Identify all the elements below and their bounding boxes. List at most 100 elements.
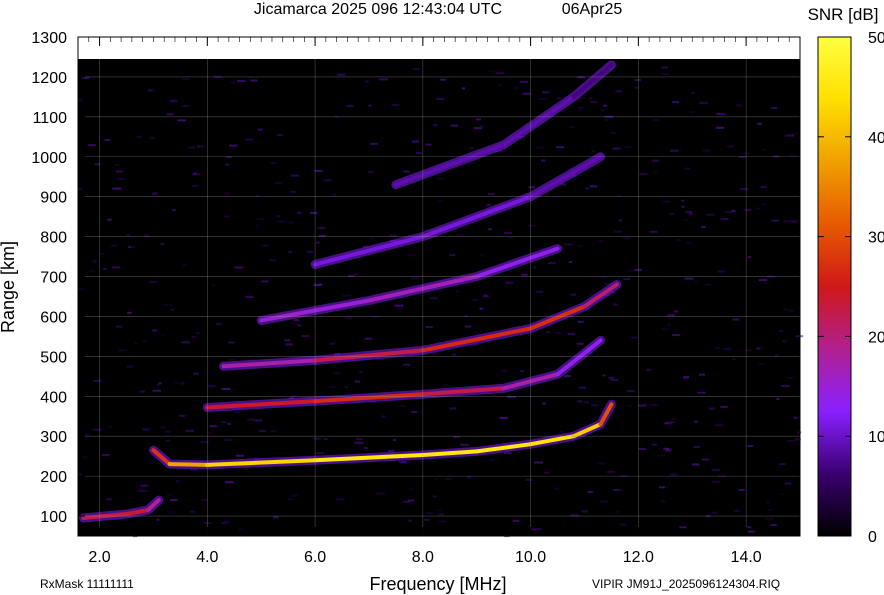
noise-speck [532, 266, 536, 269]
noise-speck [746, 526, 752, 529]
y-tick-label: 700 [40, 270, 67, 287]
y-tick-label: 1300 [31, 30, 67, 47]
noise-speck [257, 217, 265, 220]
noise-speck [663, 447, 669, 450]
noise-speck [693, 280, 699, 283]
noise-speck [269, 259, 277, 262]
x-tick-label: 10.0 [515, 549, 546, 566]
plot-area [77, 36, 804, 538]
noise-speck [461, 87, 466, 90]
noise-speck [193, 372, 199, 375]
noise-speck [535, 146, 544, 149]
noise-speck [497, 84, 502, 87]
noise-speck [234, 410, 241, 413]
noise-speck [758, 363, 765, 365]
noise-speck [230, 81, 235, 84]
noise-speck [359, 371, 363, 373]
noise-speck [433, 124, 438, 127]
noise-speck [115, 325, 123, 328]
colorbar-tick-label: 10 [868, 429, 884, 446]
noise-speck [152, 192, 158, 195]
noise-speck [714, 424, 724, 427]
noise-speck [653, 170, 658, 173]
y-tick-label: 800 [40, 230, 67, 247]
noise-speck [290, 174, 300, 177]
noise-speck [394, 304, 404, 307]
noise-speck [692, 463, 700, 466]
noise-speck [627, 405, 632, 408]
noise-speck [684, 167, 690, 170]
noise-speck [662, 200, 670, 203]
noise-speck [626, 269, 633, 272]
noise-speck [599, 500, 608, 503]
noise-speck [175, 480, 180, 483]
noise-speck [106, 498, 112, 501]
noise-speck [456, 234, 464, 237]
noise-speck [432, 495, 437, 498]
noise-speck [557, 96, 562, 99]
noise-speck [734, 509, 740, 512]
noise-speck [132, 246, 136, 249]
noise-speck [542, 402, 546, 405]
noise-speck [577, 245, 583, 248]
trace-segment [167, 462, 210, 467]
noise-speck [495, 72, 505, 75]
noise-speck [761, 148, 766, 151]
noise-speck [659, 486, 665, 489]
x-tick-label: 2.0 [88, 549, 110, 566]
noise-speck [353, 273, 359, 276]
y-tick-label: 900 [40, 190, 67, 207]
noise-speck [92, 428, 102, 431]
noise-speck [255, 224, 260, 227]
noise-speck [740, 188, 749, 191]
noise-speck [536, 528, 542, 531]
noise-speck [577, 320, 584, 323]
noise-speck [235, 454, 244, 457]
noise-speck [610, 379, 619, 381]
noise-speck [667, 323, 671, 326]
noise-speck [426, 512, 434, 515]
noise-speck [527, 224, 537, 227]
noise-speck [310, 211, 318, 214]
noise-speck [612, 489, 621, 491]
noise-speck [669, 149, 679, 152]
noise-speck [723, 347, 731, 350]
noise-speck [699, 101, 708, 104]
noise-speck [667, 314, 676, 317]
noise-speck [638, 447, 646, 450]
noise-speck [363, 446, 368, 449]
noise-speck [207, 432, 213, 435]
noise-speck [314, 169, 323, 172]
noise-speck [651, 404, 658, 407]
noise-speck [277, 220, 287, 223]
noise-speck [112, 187, 122, 190]
noise-speck [136, 484, 140, 487]
noise-speck [329, 342, 336, 345]
x-axis-label: Frequency [MHz] [369, 574, 506, 594]
noise-speck [160, 426, 166, 429]
noise-speck [229, 144, 238, 147]
noise-speck [127, 246, 132, 249]
noise-speck [745, 349, 752, 352]
noise-speck [437, 520, 447, 523]
noise-speck [166, 113, 174, 116]
noise-speck [221, 421, 227, 423]
noise-speck [245, 296, 254, 298]
noise-speck [424, 518, 430, 521]
noise-speck [315, 452, 324, 454]
noise-speck [688, 111, 694, 114]
noise-speck [712, 469, 721, 471]
noise-speck [614, 230, 622, 233]
noise-speck [781, 385, 790, 387]
noise-speck [568, 260, 573, 263]
noise-speck [118, 349, 127, 352]
noise-speck [606, 470, 615, 473]
noise-speck [270, 430, 277, 433]
noise-speck [449, 407, 457, 410]
noise-speck [744, 152, 751, 155]
y-tick-label: 200 [40, 469, 67, 486]
noise-speck [720, 218, 729, 220]
noise-speck [475, 118, 482, 121]
noise-speck [411, 140, 419, 143]
noise-speck [388, 449, 395, 452]
